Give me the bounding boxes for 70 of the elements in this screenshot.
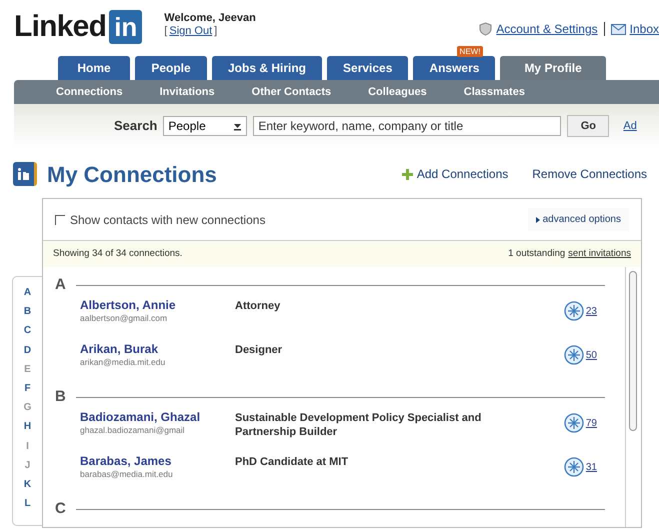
subnav-link[interactable]: Connections [56, 84, 123, 100]
contact-name[interactable]: Badiozamani, Ghazal [80, 411, 235, 424]
contact-name[interactable]: Albertson, Annie [80, 299, 235, 312]
connection-count-link[interactable]: 50 [586, 348, 597, 362]
advanced-search-link[interactable]: Ad [623, 118, 637, 134]
search-scope-dropdown[interactable]: People [163, 116, 248, 136]
dropdown-arrow-icon [233, 122, 242, 130]
network-icon [564, 301, 584, 321]
new-badge: NEW! [456, 46, 484, 57]
showing-count: Showing 34 of 34 connections. [53, 246, 182, 261]
subnav-link[interactable]: Other Contacts [252, 84, 332, 100]
nav-tab[interactable]: People [135, 56, 207, 80]
shield-icon [479, 22, 492, 36]
subnav-link[interactable]: Colleagues [368, 84, 427, 100]
checkbox[interactable] [55, 214, 65, 224]
group-letter: B [55, 386, 66, 407]
connection-count-link[interactable]: 23 [586, 304, 597, 318]
bracket: [ [164, 25, 168, 38]
go-button[interactable]: Go [567, 115, 610, 137]
remove-connections-link[interactable]: Remove Connections [532, 165, 647, 183]
nav-tab[interactable]: Services [327, 56, 408, 80]
welcome-text: Welcome, Jeevan [164, 12, 256, 25]
inbox-link[interactable]: Inbox [630, 20, 659, 38]
contact-email: barabas@media.mit.edu [80, 468, 174, 481]
nav-tab[interactable]: Jobs & Hiring [212, 56, 322, 80]
account-settings-link[interactable]: Account & Settings [496, 20, 598, 38]
connection-count-link[interactable]: 79 [586, 416, 597, 430]
alphabet-letter[interactable]: B [24, 302, 32, 322]
plus-icon [402, 168, 413, 180]
contact-email: aalbertson@gmail.com [80, 312, 168, 325]
logo-text: Linked [14, 12, 106, 42]
group-letter: A [55, 274, 66, 295]
triangle-icon [536, 216, 540, 222]
connections-book-icon [13, 162, 37, 186]
filter-label: Show contacts with new connections [70, 212, 266, 228]
contact-email: ghazal.badiozamani@gmail [80, 424, 186, 437]
contact-title: Attorney [235, 299, 282, 313]
contact-title: Sustainable Development Policy Specialist and Partnership Builder [235, 411, 482, 439]
sent-invitations-link[interactable]: sent invitations [568, 246, 631, 262]
bracket: ] [214, 25, 218, 38]
envelope-icon [610, 24, 626, 34]
add-connections-link[interactable]: Add Connections [416, 165, 508, 183]
contact-name[interactable]: Barabas, James [80, 455, 235, 468]
nav-tab[interactable]: Answers [413, 56, 496, 80]
search-field[interactable]: Enter keyword, name, company or title [253, 116, 562, 136]
nav-tab[interactable]: Home [58, 56, 130, 80]
connection-count-link[interactable]: 31 [586, 460, 597, 474]
subnav-link[interactable]: Classmates [464, 84, 525, 100]
nav-tab[interactable]: My Profile [500, 56, 606, 80]
sign-out-link[interactable]: Sign Out [167, 25, 214, 38]
group-letter: C [55, 498, 66, 519]
alphabet-letter[interactable]: C [24, 321, 32, 341]
network-icon [564, 457, 584, 477]
network-icon [564, 345, 584, 365]
logo-badge: in [109, 10, 142, 44]
alphabet-letter[interactable]: D [24, 340, 32, 360]
outstanding-text: 1 outstanding [508, 246, 566, 261]
network-icon [564, 413, 584, 433]
alphabet-letter[interactable]: L [24, 494, 31, 514]
contact-title: Designer [235, 343, 284, 357]
contact-name[interactable]: Arikan, Burak [80, 343, 235, 356]
contact-email: arikan@media.mit.edu [80, 356, 166, 369]
alphabet-letter[interactable]: A [24, 283, 32, 302]
page-title: My Connections [47, 160, 217, 189]
alphabet-letter[interactable]: K [24, 475, 32, 494]
search-label: Search [114, 117, 158, 136]
alphabet-letter[interactable]: H [24, 417, 32, 437]
alphabet-letter[interactable]: F [24, 379, 31, 398]
subnav-link[interactable]: Invitations [160, 84, 215, 100]
contact-title: PhD Candidate at MIT [235, 455, 350, 469]
